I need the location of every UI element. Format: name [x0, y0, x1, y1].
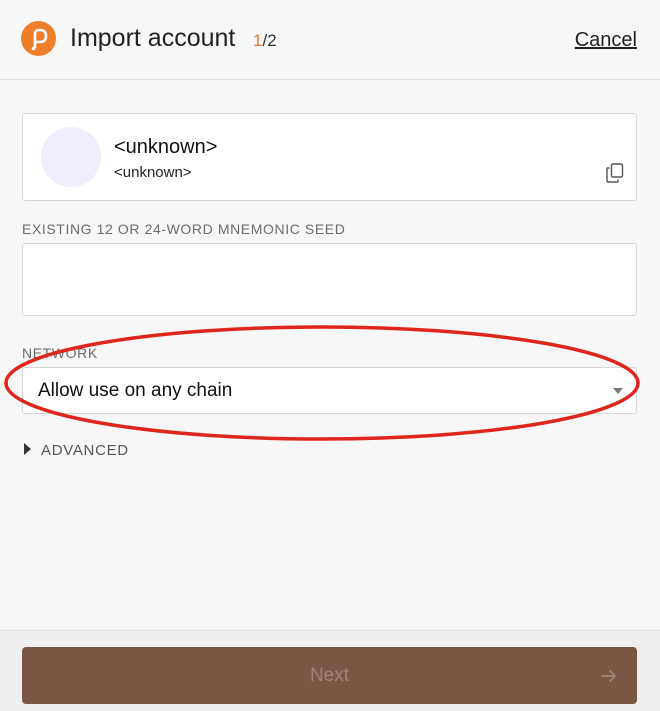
next-button[interactable]: Next [22, 647, 637, 704]
seed-label: EXISTING 12 OR 24-WORD MNEMONIC SEED [22, 221, 346, 237]
page-title: Import account [70, 24, 236, 52]
account-name: <unknown> [114, 136, 218, 158]
chevron-down-icon [613, 388, 623, 394]
network-selected-value: Allow use on any chain [38, 380, 233, 401]
account-card: <unknown> <unknown> [22, 113, 637, 201]
header: Import account 1/2 Cancel [0, 0, 660, 80]
polkadot-logo-icon [21, 21, 56, 56]
copy-icon[interactable] [606, 163, 624, 183]
step-indicator: 1/2 [253, 31, 277, 51]
avatar [41, 127, 101, 187]
annotation-circle [4, 325, 640, 441]
account-address: <unknown> [114, 164, 192, 181]
network-label: NETWORK [22, 345, 98, 361]
step-total: /2 [262, 31, 277, 50]
cancel-link[interactable]: Cancel [575, 27, 637, 53]
next-label: Next [309, 665, 350, 686]
network-select[interactable]: Allow use on any chain [22, 367, 637, 414]
arrow-right-icon [601, 670, 616, 682]
caret-right-icon [24, 443, 31, 455]
seed-input[interactable] [22, 243, 637, 316]
advanced-label: ADVANCED [41, 442, 129, 459]
footer: Next [0, 630, 660, 711]
